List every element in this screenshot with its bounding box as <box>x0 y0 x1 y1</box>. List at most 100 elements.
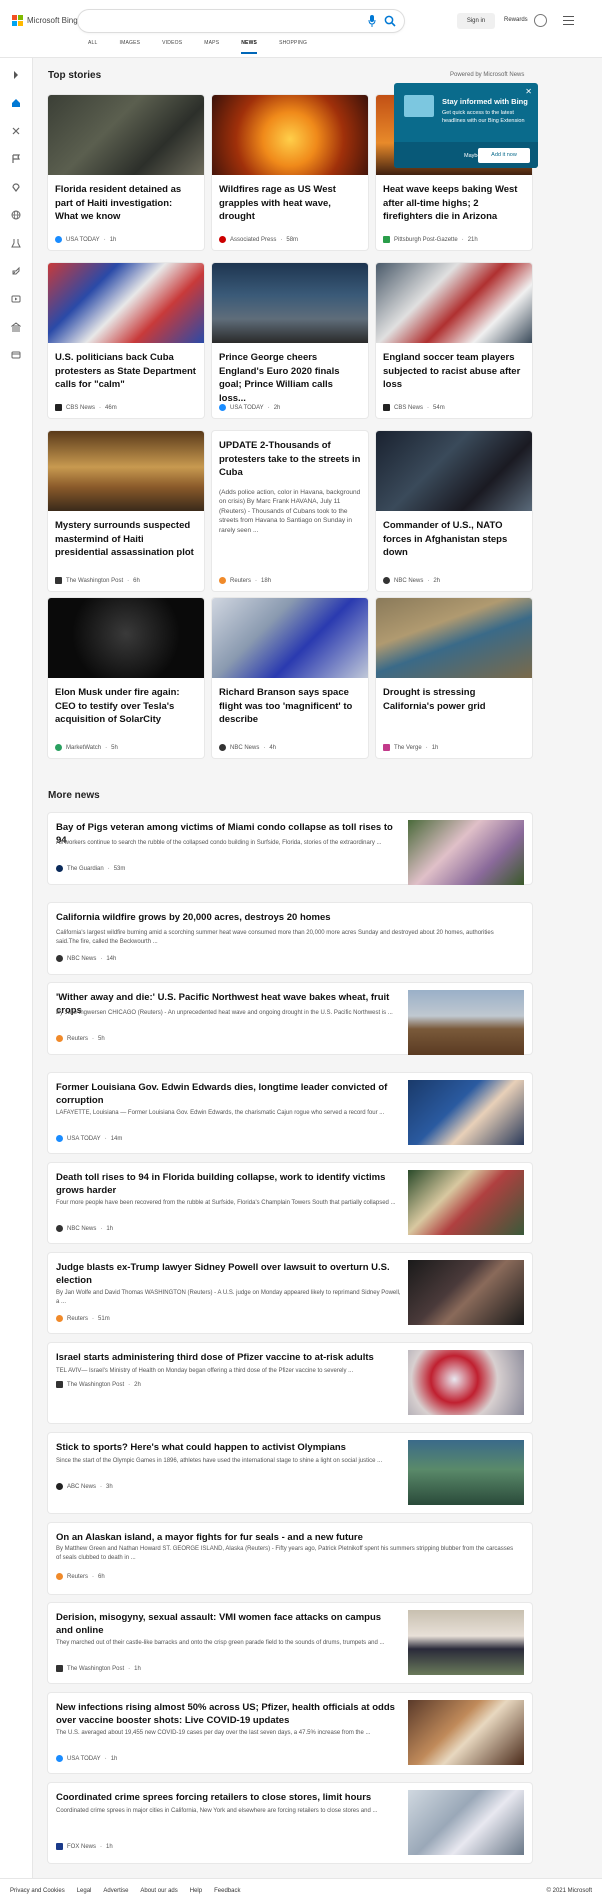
story-title[interactable]: UPDATE 2-Thousands of protesters take to… <box>212 431 368 480</box>
story-source: The Washington Post · 6h <box>55 577 140 584</box>
news-title[interactable]: Coordinated crime sprees forcing retaile… <box>56 1791 396 1804</box>
news-title[interactable]: Former Louisiana Gov. Edwin Edwards dies… <box>56 1081 396 1107</box>
home-icon[interactable] <box>11 98 21 108</box>
news-item[interactable]: New infections rising almost 50% across … <box>48 1693 532 1773</box>
news-thumbnail <box>408 1440 524 1505</box>
cbs-news-icon <box>383 404 390 411</box>
story-title[interactable]: Florida resident detained as part of Hai… <box>48 175 204 224</box>
news-snippet: The U.S. averaged about 19,455 new COVID… <box>56 1730 371 1736</box>
rewards-link[interactable]: Rewards <box>504 17 528 23</box>
globe-icon[interactable] <box>11 210 21 220</box>
legal-link[interactable]: Legal <box>77 1888 92 1894</box>
logo-text: Microsoft Bing <box>27 16 78 25</box>
story-card[interactable]: Wildfires rage as US West grapples with … <box>212 95 368 250</box>
hamburger-menu-icon[interactable] <box>563 16 574 25</box>
story-title[interactable]: England soccer team players subjected to… <box>376 343 532 392</box>
tab-videos[interactable]: VIDEOS <box>162 40 182 54</box>
search-input[interactable] <box>78 10 404 32</box>
feedback-link[interactable]: Feedback <box>214 1888 240 1894</box>
tools-icon[interactable] <box>11 126 21 136</box>
usa-today-icon <box>56 1755 63 1762</box>
story-card[interactable]: U.S. politicians back Cuba protesters as… <box>48 263 204 418</box>
news-title[interactable]: Stick to sports? Here's what could happe… <box>56 1441 396 1454</box>
bing-logo[interactable]: Microsoft Bing <box>12 15 78 26</box>
news-thumbnail <box>408 1700 524 1765</box>
entertainment-icon[interactable] <box>11 294 21 304</box>
privacy-link[interactable]: Privacy and Cookies <box>10 1888 65 1894</box>
footer: Privacy and Cookies Legal Advertise Abou… <box>0 1878 602 1903</box>
guardian-icon <box>56 865 63 872</box>
story-card[interactable]: Mystery surrounds suspected mastermind o… <box>48 431 204 591</box>
story-image <box>48 263 204 343</box>
flag-icon[interactable] <box>11 154 21 164</box>
news-title[interactable]: California wildfire grows by 20,000 acre… <box>56 911 516 924</box>
tab-images[interactable]: IMAGES <box>120 40 141 54</box>
help-link[interactable]: Help <box>190 1888 202 1894</box>
news-title[interactable]: New infections rising almost 50% across … <box>56 1701 396 1727</box>
close-icon[interactable]: ✕ <box>525 87 532 96</box>
tab-all[interactable]: ALL <box>88 40 98 54</box>
story-card[interactable]: Elon Musk under fire again: CEO to testi… <box>48 598 204 758</box>
sign-in-button[interactable]: Sign in <box>457 13 495 29</box>
story-title[interactable]: Mystery surrounds suspected mastermind o… <box>48 511 204 560</box>
expand-arrow-icon[interactable] <box>11 70 21 80</box>
story-card[interactable]: Richard Branson says space flight was to… <box>212 598 368 758</box>
tab-shopping[interactable]: SHOPPING <box>279 40 307 54</box>
news-item[interactable]: California wildfire grows by 20,000 acre… <box>48 903 532 974</box>
news-source: NBC News · 1h <box>56 1225 113 1232</box>
news-snippet: California's largest wildfire burning am… <box>56 930 494 945</box>
news-item[interactable]: On an Alaskan island, a mayor fights for… <box>48 1523 532 1594</box>
tab-news[interactable]: NEWS <box>241 40 258 54</box>
reuters-icon <box>56 1035 63 1042</box>
about-ads-link[interactable]: About our ads <box>140 1888 177 1894</box>
story-title[interactable]: Richard Branson says space flight was to… <box>212 678 368 727</box>
add-it-now-button[interactable]: Add it now <box>478 148 530 163</box>
story-title[interactable]: Commander of U.S., NATO forces in Afghan… <box>376 511 532 560</box>
the-verge-icon <box>383 744 390 751</box>
search-icon[interactable] <box>384 15 396 27</box>
story-title[interactable]: Elon Musk under fire again: CEO to testi… <box>48 678 204 727</box>
news-title[interactable]: On an Alaskan island, a mayor fights for… <box>56 1531 516 1544</box>
news-title[interactable]: Israel starts administering third dose o… <box>56 1351 396 1364</box>
news-item[interactable]: Coordinated crime sprees forcing retaile… <box>48 1783 532 1863</box>
news-sidebar <box>0 58 33 1878</box>
popup-body: Get quick access to the latest headlines… <box>442 110 525 124</box>
news-item[interactable]: Israel starts administering third dose o… <box>48 1343 532 1423</box>
story-title[interactable]: Drought is stressing California's power … <box>376 678 532 713</box>
rewards-trophy-icon[interactable] <box>534 14 547 27</box>
news-item[interactable]: Derision, misogyny, sexual assault: VMI … <box>48 1603 532 1683</box>
news-item[interactable]: Former Louisiana Gov. Edwin Edwards dies… <box>48 1073 532 1153</box>
news-snippet: LAFAYETTE, Louisiana — Former Louisiana … <box>56 1110 385 1116</box>
story-card[interactable]: Florida resident detained as part of Hai… <box>48 95 204 250</box>
story-source: USA TODAY · 1h <box>55 236 116 243</box>
story-source: The Verge · 1h <box>383 744 438 751</box>
news-snippet: They marched out of their castle-like ba… <box>56 1640 385 1646</box>
advertise-link[interactable]: Advertise <box>103 1888 128 1894</box>
rocket-icon[interactable] <box>11 266 21 276</box>
story-card[interactable]: England soccer team players subjected to… <box>376 263 532 418</box>
news-title[interactable]: Death toll rises to 94 in Florida buildi… <box>56 1171 396 1197</box>
location-pin-icon[interactable] <box>11 182 21 192</box>
story-description: (Adds police action, color in Havana, ba… <box>219 488 361 534</box>
news-item[interactable]: Judge blasts ex-Trump lawyer Sidney Powe… <box>48 1253 532 1333</box>
science-icon[interactable] <box>11 238 21 248</box>
microphone-icon[interactable] <box>368 15 376 27</box>
story-image <box>376 263 532 343</box>
news-item[interactable]: Death toll rises to 94 in Florida buildi… <box>48 1163 532 1243</box>
story-title[interactable]: Heat wave keeps baking West after all-ti… <box>376 175 532 224</box>
story-card[interactable]: Prince George cheers England's Euro 2020… <box>212 263 368 418</box>
story-card[interactable]: UPDATE 2-Thousands of protesters take to… <box>212 431 368 591</box>
wallet-icon[interactable] <box>11 350 21 360</box>
news-item[interactable]: 'Wither away and die:' U.S. Pacific Nort… <box>48 983 532 1055</box>
story-card[interactable]: Drought is stressing California's power … <box>376 598 532 758</box>
news-title[interactable]: Judge blasts ex-Trump lawyer Sidney Powe… <box>56 1261 396 1287</box>
tab-maps[interactable]: MAPS <box>204 40 219 54</box>
story-card[interactable]: Commander of U.S., NATO forces in Afghan… <box>376 431 532 591</box>
bank-icon[interactable] <box>11 322 21 332</box>
story-title[interactable]: Prince George cheers England's Euro 2020… <box>212 343 368 405</box>
news-item[interactable]: Stick to sports? Here's what could happe… <box>48 1433 532 1513</box>
news-item[interactable]: Bay of Pigs veteran among victims of Mia… <box>48 813 532 885</box>
story-title[interactable]: Wildfires rage as US West grapples with … <box>212 175 368 224</box>
news-title[interactable]: Derision, misogyny, sexual assault: VMI … <box>56 1611 396 1637</box>
story-title[interactable]: U.S. politicians back Cuba protesters as… <box>48 343 204 392</box>
